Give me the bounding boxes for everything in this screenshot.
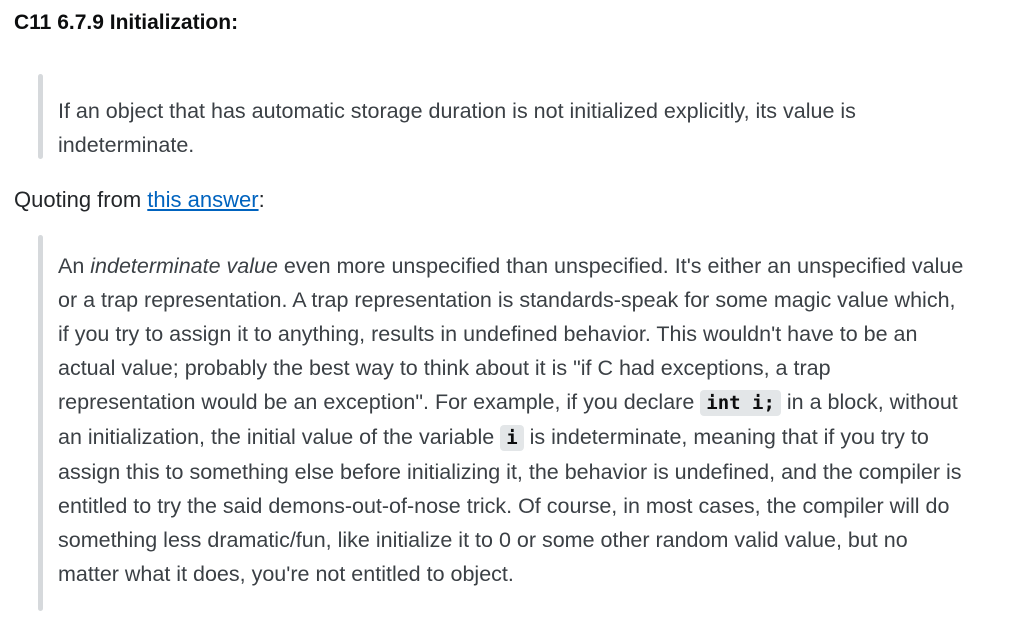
inline-code-i: i	[500, 425, 524, 451]
quote-bar	[38, 235, 43, 611]
quoting-prefix: Quoting from	[14, 187, 148, 212]
post-body: C11 6.7.9 Initialization: If an object t…	[0, 0, 1010, 635]
section-heading: C11 6.7.9 Initialization:	[14, 11, 239, 34]
emphasis-indeterminate-value: indeterminate value	[90, 254, 278, 278]
answer-quote-text: An indeterminate value even more unspeci…	[58, 249, 966, 591]
quoting-suffix: :	[258, 187, 265, 212]
answer-quote: An indeterminate value even more unspeci…	[14, 235, 996, 611]
quote-bar	[38, 74, 43, 159]
quoting-paragraph: Quoting from this answer:	[14, 183, 996, 217]
standard-quote-text: If an object that has automatic storage …	[58, 99, 856, 157]
inline-code-int-i: int i;	[700, 390, 781, 416]
quote-text-segment: An	[58, 254, 91, 278]
this-answer-link[interactable]: this answer	[147, 187, 258, 212]
standard-quote: If an object that has automatic storage …	[14, 74, 996, 159]
